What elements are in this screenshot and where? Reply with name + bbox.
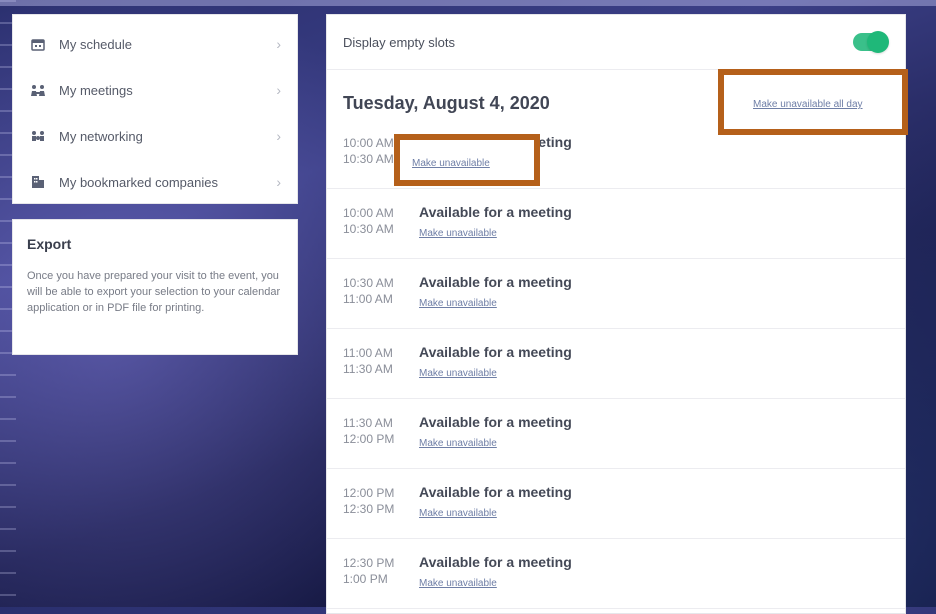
sidebar-item-label: My bookmarked companies	[59, 174, 218, 190]
slot-title: Available for a meeting	[419, 414, 572, 430]
slot-start-time: 11:30 AM	[343, 416, 393, 430]
export-description: Once you have prepared your visit to the…	[27, 270, 281, 314]
time-slot: 12:30 PM 1:00 PM Available for a meeting…	[327, 538, 905, 609]
slot-end-time: 10:30 AM	[343, 222, 394, 236]
slot-start-time: 12:30 PM	[343, 556, 395, 570]
slot-title: Available for a meeting	[419, 204, 572, 220]
background-top-strip	[0, 0, 936, 6]
sidebar-item-label: My networking	[59, 128, 143, 144]
export-panel: Export Once you have prepared your visit…	[12, 219, 298, 355]
companies-icon	[29, 175, 47, 189]
make-unavailable-link[interactable]: Make unavailable	[419, 438, 497, 449]
slot-end-time: 11:00 AM	[343, 292, 393, 306]
chevron-right-icon: ›	[276, 128, 281, 144]
chevron-right-icon: ›	[276, 174, 281, 190]
slot-title: Available for a meeting	[419, 484, 572, 500]
time-slot: 10:30 AM 11:00 AM Available for a meetin…	[327, 258, 905, 329]
meetings-icon	[29, 83, 47, 97]
make-unavailable-link[interactable]: Make unavailable	[419, 368, 497, 379]
make-unavailable-link[interactable]: Make unavailable	[419, 298, 497, 309]
sidebar-item-label: My schedule	[59, 36, 132, 52]
slot-end-time: 12:30 PM	[343, 502, 395, 516]
slot-start-time: 12:00 PM	[343, 486, 395, 500]
make-unavailable-link-highlighted[interactable]: Make unavailable	[412, 158, 490, 169]
networking-icon	[29, 129, 47, 143]
slot-end-time: 12:00 PM	[343, 432, 395, 446]
time-slot: 11:30 AM 12:00 PM Available for a meetin…	[327, 398, 905, 469]
export-title: Export	[27, 236, 72, 252]
chevron-right-icon: ›	[276, 82, 281, 98]
time-slot: 12:00 PM 12:30 PM Available for a meetin…	[327, 468, 905, 539]
highlight-box-all-day	[718, 69, 908, 135]
slot-start-time: 10:00 AM	[343, 136, 394, 150]
highlight-box-slot: Make unavailable	[394, 134, 540, 186]
make-unavailable-link[interactable]: Make unavailable	[419, 508, 497, 519]
slot-end-time: 10:30 AM	[343, 152, 394, 166]
slot-end-time: 1:00 PM	[343, 572, 388, 586]
sidebar-menu: My schedule › My meetings › My networkin…	[12, 14, 298, 204]
make-unavailable-link[interactable]: Make unavailable	[419, 578, 497, 589]
sidebar-item-label: My meetings	[59, 82, 133, 98]
make-unavailable-link[interactable]: Make unavailable	[419, 228, 497, 239]
display-empty-slots-label: Display empty slots	[343, 34, 455, 50]
sidebar-item-my-networking[interactable]: My networking ›	[13, 113, 297, 159]
slot-title: Available for a meeting	[419, 554, 572, 570]
sidebar-item-my-meetings[interactable]: My meetings ›	[13, 67, 297, 113]
calendar-icon	[29, 37, 47, 51]
chevron-right-icon: ›	[276, 36, 281, 52]
slot-title: Available for a meeting	[419, 344, 572, 360]
date-heading: Tuesday, August 4, 2020	[343, 93, 550, 113]
time-slot: 11:00 AM 11:30 AM Available for a meetin…	[327, 328, 905, 399]
display-empty-slots-toggle[interactable]	[853, 31, 889, 53]
empty-slots-row: Display empty slots	[327, 15, 905, 70]
time-slot: 10:00 AM 10:30 AM Available for a meetin…	[327, 188, 905, 259]
slot-start-time: 10:00 AM	[343, 206, 394, 220]
toggle-knob	[867, 31, 889, 53]
slot-start-time: 11:00 AM	[343, 346, 393, 360]
slot-end-time: 11:30 AM	[343, 362, 393, 376]
sidebar-item-my-schedule[interactable]: My schedule ›	[13, 21, 297, 67]
slot-title: Available for a meeting	[419, 274, 572, 290]
slot-start-time: 10:30 AM	[343, 276, 394, 290]
sidebar-item-my-bookmarked-companies[interactable]: My bookmarked companies ›	[13, 159, 297, 205]
